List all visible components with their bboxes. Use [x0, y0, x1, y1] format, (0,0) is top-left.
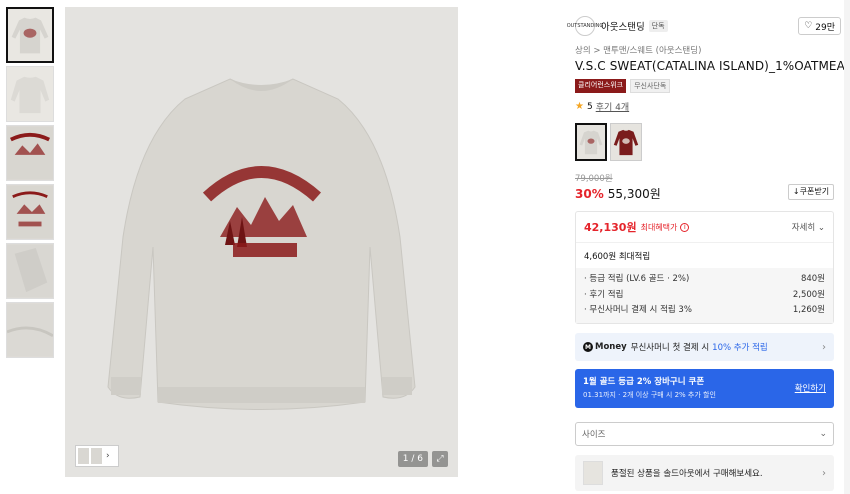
- size-select-placeholder: 사이즈: [582, 430, 606, 440]
- brand-row: OUTSTANDING 아웃스탠딩 단독 ♡ 29만: [567, 14, 841, 38]
- coupon-button[interactable]: ↓쿠폰받기: [788, 184, 834, 200]
- coupon-confirm-link[interactable]: 확인하기: [795, 382, 826, 394]
- points-item: · 후기 적립 2,500원: [584, 288, 825, 304]
- points-total: 4,600원 최대적립: [576, 242, 833, 268]
- review-link[interactable]: 후기 4개: [596, 100, 629, 113]
- product-title: V.S.C SWEAT(CATALINA ISLAND)_1%OATMEAL: [575, 59, 850, 73]
- money-logo-text: Money: [595, 342, 627, 352]
- exclusive-badge: 무신사단독: [630, 79, 671, 93]
- product-badges: 클리어런스위크 무신사단독: [575, 79, 671, 93]
- info-icon[interactable]: i: [680, 222, 690, 232]
- mini-thumb: [91, 448, 102, 464]
- soldout-text: 품절된 상품을 솔드아웃에서 구매해보세요.: [611, 469, 763, 479]
- chevron-right-icon: ›: [822, 467, 826, 479]
- coupon-banner[interactable]: 1월 골드 등급 2% 장바구니 쿠폰 01.31까지 · 2개 이상 구매 시…: [575, 369, 834, 408]
- sale-price: 55,300원: [607, 187, 661, 201]
- points-list: · 등급 적립 (LV.6 골드 · 2%) 840원 · 후기 적립 2,500원…: [576, 268, 833, 323]
- brand-exclusive-badge: 단독: [648, 20, 668, 32]
- money-logo: M Money: [583, 342, 627, 352]
- max-benefit-label: 최대혜택가: [640, 222, 678, 232]
- thumbnail-print-detail-2[interactable]: [6, 184, 54, 240]
- max-benefit-price: 42,130원: [584, 221, 637, 234]
- thumbnail-list: [6, 7, 56, 361]
- product-main-image[interactable]: › 1 / 6 ⤢: [65, 7, 458, 477]
- image-pager: 1 / 6: [397, 451, 428, 467]
- mini-thumb: [78, 448, 89, 464]
- color-swatches: [575, 123, 642, 161]
- money-icon: M: [583, 342, 593, 352]
- rating: ★ 5 후기 4개: [575, 100, 629, 113]
- coupon-subtitle: 01.31까지 · 2개 이상 구매 시 2% 추가 할인: [583, 391, 716, 399]
- thumbnail-front[interactable]: [6, 7, 54, 63]
- soldout-banner[interactable]: 품절된 상품을 솔드아웃에서 구매해보세요. ›: [575, 455, 834, 491]
- mini-preview[interactable]: ›: [75, 445, 119, 467]
- chevron-down-icon: ⌄: [817, 223, 825, 233]
- coupon-title: 1월 골드 등급 2% 장바구니 쿠폰: [583, 377, 705, 387]
- chevron-right-icon: ›: [106, 451, 110, 461]
- expand-icon[interactable]: ⤢: [432, 451, 448, 467]
- star-icon: ★: [575, 101, 584, 112]
- thumbnail-back[interactable]: [6, 66, 54, 122]
- money-banner-highlight: 10% 추가 적립: [712, 343, 768, 353]
- thumbnail-fabric-detail[interactable]: [6, 302, 54, 358]
- soldout-product-thumb: [583, 461, 603, 485]
- points-item-value: 840원: [800, 274, 825, 284]
- brand-logo[interactable]: OUTSTANDING: [567, 16, 603, 36]
- details-label: 자세히: [791, 223, 816, 233]
- price-row: 30% 55,300원: [575, 185, 661, 202]
- rating-score: 5: [586, 101, 593, 112]
- product-info-panel: OUTSTANDING 아웃스탠딩 단독 ♡ 29만 상의 > 맨투맨/스웨트 …: [565, 0, 850, 494]
- max-benefit-row: 42,130원 최대혜택가 i 자세히 ⌄: [576, 212, 833, 242]
- benefit-box: 42,130원 최대혜택가 i 자세히 ⌄ 4,600원 최대적립 · 등급 적…: [575, 211, 834, 324]
- thumbnail-sleeve-detail[interactable]: [6, 243, 54, 299]
- points-item-value: 2,500원: [792, 289, 825, 300]
- discount-rate: 30%: [575, 187, 604, 201]
- points-item-label: · 무신사머니 결제 시 적립 3%: [584, 305, 692, 315]
- original-price: 79,000원: [575, 174, 613, 184]
- clearance-badge: 클리어런스위크: [575, 79, 627, 93]
- brand-name[interactable]: 아웃스탠딩: [601, 19, 645, 33]
- points-item: · 무신사머니 결제 시 적립 3% 1,260원: [584, 303, 825, 319]
- swatch-burgundy[interactable]: [610, 123, 642, 161]
- points-item-label: · 후기 적립: [584, 289, 624, 300]
- points-item-label: · 등급 적립 (LV.6 골드 · 2%): [584, 274, 690, 284]
- breadcrumb[interactable]: 상의 > 맨투맨/스웨트 (아웃스탠딩): [575, 44, 701, 56]
- coupon-button-label: 쿠폰받기: [799, 187, 830, 196]
- like-count: 29만: [815, 22, 835, 33]
- chevron-right-icon: ›: [822, 341, 826, 353]
- details-toggle[interactable]: 자세히 ⌄: [792, 221, 825, 233]
- swatch-oatmeal[interactable]: [575, 123, 607, 161]
- scrollbar[interactable]: [844, 0, 850, 494]
- size-select[interactable]: 사이즈 ⌄: [575, 422, 834, 446]
- like-button[interactable]: ♡ 29만: [798, 17, 841, 35]
- points-item-value: 1,260원: [792, 305, 825, 315]
- chevron-down-icon: ⌄: [819, 429, 827, 439]
- money-banner-text: 무신사머니 첫 결제 시: [630, 343, 710, 353]
- points-item: · 등급 적립 (LV.6 골드 · 2%) 840원: [584, 272, 825, 288]
- download-icon: ↓: [792, 187, 800, 196]
- thumbnail-print-detail-1[interactable]: [6, 125, 54, 181]
- money-banner[interactable]: M Money 무신사머니 첫 결제 시 10% 추가 적립 ›: [575, 333, 834, 361]
- sweatshirt-image: [65, 7, 458, 477]
- heart-icon: ♡: [804, 21, 813, 31]
